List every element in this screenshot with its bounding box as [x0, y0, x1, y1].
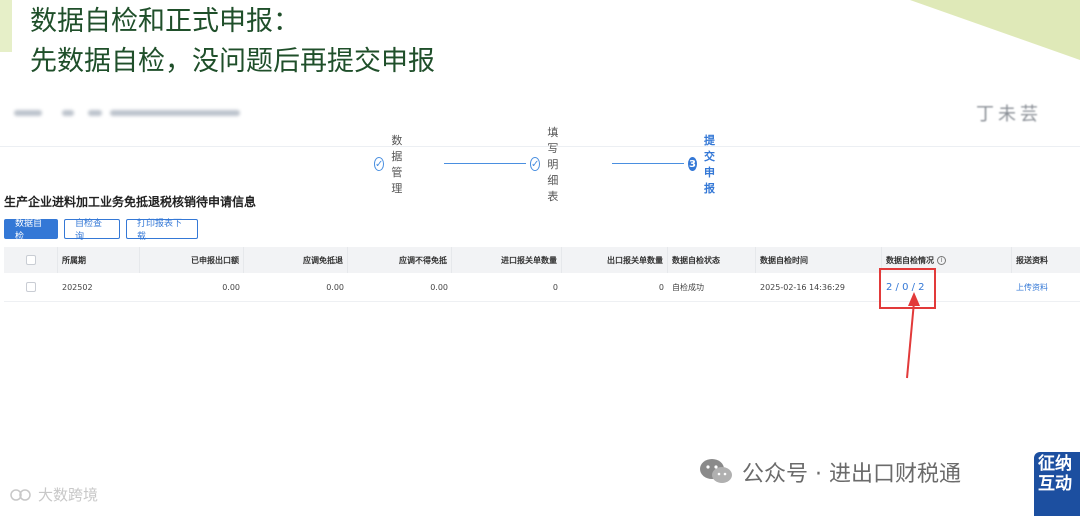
- col-period: 所属期: [58, 247, 140, 273]
- step-number-badge: 3: [688, 157, 697, 171]
- step-label: 提交申报: [703, 134, 715, 195]
- slide-subtitle: 先数据自检，没问题后再提交申报: [30, 46, 435, 77]
- header-select-all[interactable]: [4, 247, 58, 273]
- check-query-button[interactable]: 自检查询: [64, 219, 120, 242]
- info-icon[interactable]: i: [937, 255, 946, 265]
- toolbar: 数据自检 自检查询 打印报表下载: [4, 219, 198, 242]
- watermark-left-text: 大数跨境: [38, 486, 99, 504]
- watermark-right-text: 公众号 · 进出口财税通: [742, 462, 961, 487]
- step-label: 填写明细表: [547, 126, 559, 203]
- checkbox[interactable]: [26, 282, 36, 292]
- col-check-time: 数据自检时间: [756, 247, 882, 273]
- banner-accent-right: [910, 0, 1080, 60]
- slide-title: 数据自检和正式申报：: [30, 6, 300, 37]
- wechat-icon: [700, 459, 732, 483]
- header-divider: [0, 146, 1080, 147]
- mascot-logo: 征纳互动: [1034, 452, 1080, 516]
- annotation-arrow-icon: [906, 292, 920, 379]
- data-check-button[interactable]: 数据自检: [4, 219, 58, 242]
- brand-logo-icon: [10, 488, 31, 501]
- checkbox[interactable]: [25, 255, 36, 265]
- col-check-result-label: 数据自检情况: [886, 255, 934, 265]
- print-download-button[interactable]: 打印报表下载: [126, 219, 198, 242]
- slide-banner: 数据自检和正式申报： 先数据自检，没问题后再提交申报: [0, 0, 1080, 88]
- check-icon: ✓: [530, 157, 541, 171]
- col-adj-not-exempt: 应调不得免抵: [348, 247, 452, 273]
- col-export-count: 出口报关单数量: [562, 247, 668, 273]
- cell-declared-export: 0.00: [222, 282, 240, 292]
- cell-period: 202502: [62, 282, 93, 292]
- col-declared-export: 已申报出口额: [140, 247, 244, 273]
- blurred-breadcrumb: [0, 102, 1080, 128]
- row-select[interactable]: [4, 273, 58, 301]
- step-submit[interactable]: 3 提交申报: [688, 134, 720, 195]
- step-connector: [612, 163, 684, 164]
- check-icon: ✓: [374, 157, 385, 171]
- cell-check-status: 自检成功: [672, 282, 704, 292]
- watermark-right: 公众号 · 进出口财税通: [698, 456, 961, 488]
- col-upload: 报送资料: [1016, 255, 1048, 265]
- cell-export-count: 0: [658, 282, 664, 292]
- col-adj-exempt-refund: 应调免抵退: [244, 247, 348, 273]
- cell-adj-exempt-refund: 0.00: [326, 282, 344, 292]
- col-import-count: 进口报关单数量: [452, 247, 562, 273]
- step-label: 数据管理: [391, 134, 403, 195]
- step-fill-detail[interactable]: ✓ 填写明细表: [530, 126, 562, 203]
- page-title: 生产企业进料加工业务免抵退税核销待申请信息: [4, 195, 257, 209]
- cell-adj-not-exempt: 0.00: [430, 282, 448, 292]
- col-check-status: 数据自检状态: [668, 247, 756, 273]
- banner-accent-left: [0, 0, 12, 52]
- step-connector: [444, 163, 526, 164]
- step-data-management[interactable]: ✓ 数据管理: [374, 134, 406, 195]
- upload-link[interactable]: 上传资料: [1012, 273, 1080, 301]
- watermark-left: 大数跨境: [10, 484, 98, 505]
- cell-import-count: 0: [552, 282, 558, 292]
- blurred-header-right: 丁未芸: [976, 104, 1042, 125]
- cell-check-time: 2025-02-16 14:36:29: [760, 282, 845, 292]
